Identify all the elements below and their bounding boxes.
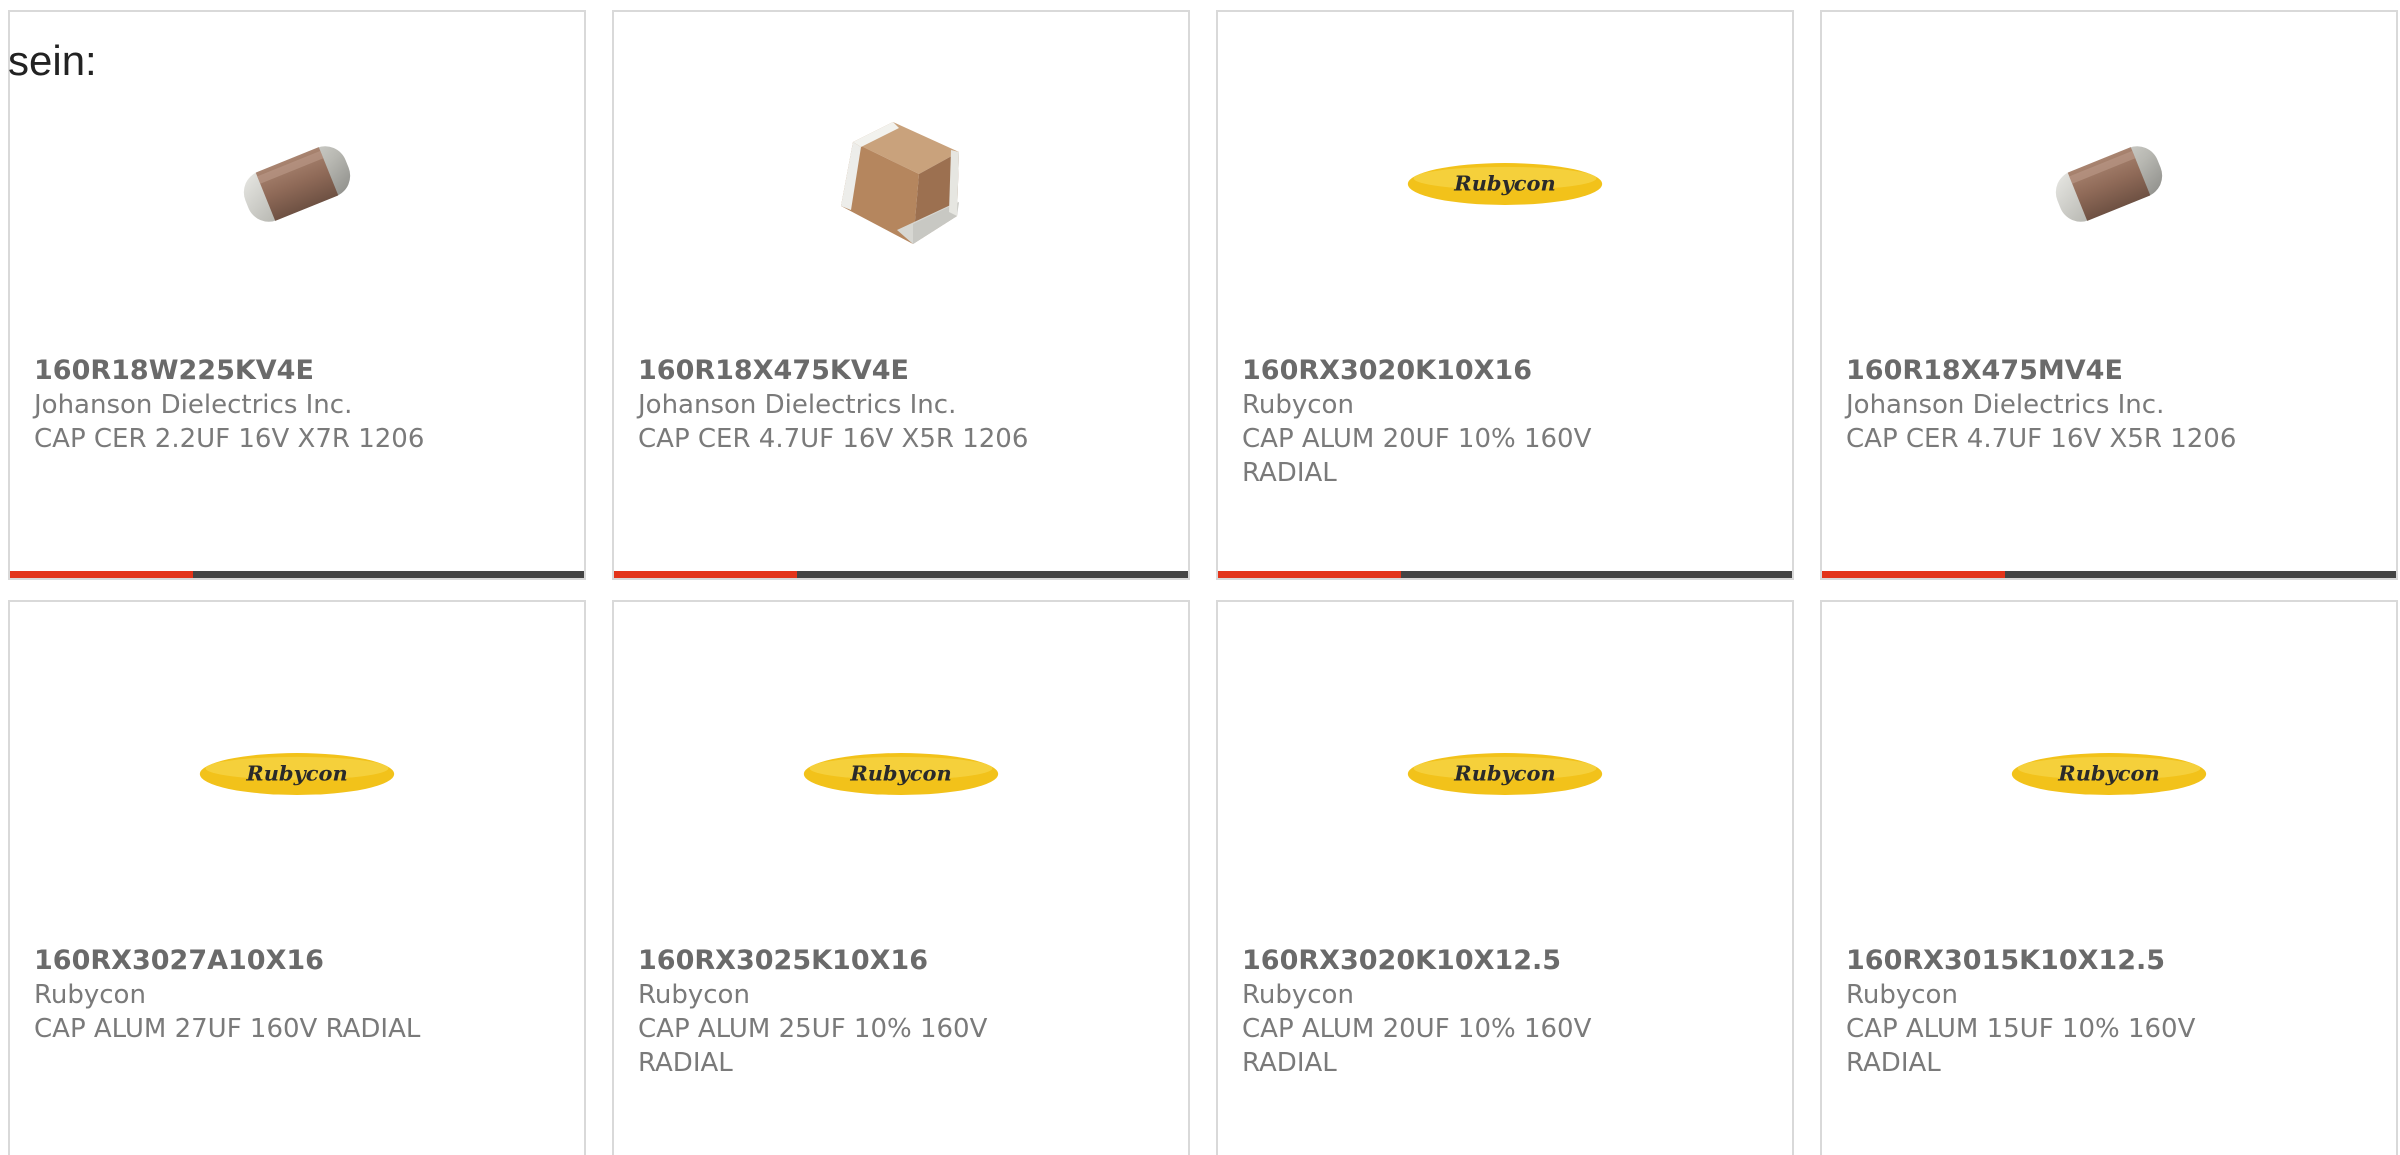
part-number[interactable]: 160R18X475KV4E <box>638 354 1078 388</box>
part-number[interactable]: 160RX3025K10X16 <box>638 944 1078 978</box>
product-details: 160R18X475KV4E Johanson Dielectrics Inc. C… <box>638 354 1078 456</box>
rubycon-logo-text: Rubycon <box>849 761 951 786</box>
product-details: 160RX3020K10X12.5 Rubycon CAP ALUM 20UF 10… <box>1242 944 1682 1080</box>
product-description: CAP CER 4.7UF 16V X5R 1206 <box>638 424 1029 454</box>
product-details: 160R18X475MV4E Johanson Dielectrics Inc. C… <box>1846 354 2286 456</box>
product-card[interactable]: Rubycon 160RX3027A10X16 Rubycon CAP ALUM 2… <box>8 600 586 1155</box>
manufacturer-name: Rubycon <box>1242 390 1354 420</box>
product-grid: 160R18W225KV4E Johanson Dielectrics Inc. C… <box>8 10 2398 1155</box>
card-bottom-bar <box>10 571 584 578</box>
card-bar-accent <box>1218 571 1401 578</box>
product-description: CAP CER 2.2UF 16V X7R 1206 <box>34 424 425 454</box>
rubycon-logo-image[interactable]: Rubycon <box>197 674 397 874</box>
part-number[interactable]: 160RX3015K10X12.5 <box>1846 944 2286 978</box>
part-number[interactable]: 160R18W225KV4E <box>34 354 474 388</box>
manufacturer-name: Johanson Dielectrics Inc. <box>638 390 957 420</box>
product-description: CAP ALUM 27UF 160V RADIAL <box>34 1014 421 1044</box>
product-description: CAP ALUM 15UF 10% 160V RADIAL <box>1846 1014 2196 1078</box>
rubycon-logo-text: Rubycon <box>1453 761 1555 786</box>
manufacturer-name: Rubycon <box>34 980 146 1010</box>
part-number[interactable]: 160RX3020K10X12.5 <box>1242 944 1682 978</box>
manufacturer-name: Rubycon <box>1242 980 1354 1010</box>
product-details: 160RX3015K10X12.5 Rubycon CAP ALUM 15UF 10… <box>1846 944 2286 1080</box>
rubycon-logo-image[interactable]: Rubycon <box>801 674 1001 874</box>
product-card[interactable]: Rubycon 160RX3020K10X12.5 Rubycon CAP ALUM… <box>1216 600 1794 1155</box>
product-card[interactable]: 160R18W225KV4E Johanson Dielectrics Inc. C… <box>8 10 586 580</box>
product-description: CAP ALUM 25UF 10% 160V RADIAL <box>638 1014 988 1078</box>
rubycon-logo-image[interactable]: Rubycon <box>1405 674 1605 874</box>
manufacturer-name: Rubycon <box>638 980 750 1010</box>
product-description: CAP CER 4.7UF 16V X5R 1206 <box>1846 424 2237 454</box>
rubycon-logo-text: Rubycon <box>2057 761 2159 786</box>
product-card[interactable]: Rubycon 160RX3025K10X16 Rubycon CAP ALUM 2… <box>612 600 1190 1155</box>
card-bar-accent <box>614 571 797 578</box>
card-bottom-bar <box>1822 571 2396 578</box>
rubycon-logo-image[interactable]: Rubycon <box>1405 84 1605 284</box>
card-bottom-bar <box>614 571 1188 578</box>
rubycon-logo-text: Rubycon <box>245 761 347 786</box>
product-card[interactable]: 160R18X475MV4E Johanson Dielectrics Inc. C… <box>1820 10 2398 580</box>
intro-text: sein: <box>8 37 97 84</box>
manufacturer-name: Rubycon <box>1846 980 1958 1010</box>
card-bar-accent <box>1822 571 2005 578</box>
product-card[interactable]: 160R18X475KV4E Johanson Dielectrics Inc. C… <box>612 10 1190 580</box>
capacitor-image[interactable] <box>801 84 1001 284</box>
part-number[interactable]: 160RX3020K10X16 <box>1242 354 1682 388</box>
capacitor-image[interactable] <box>197 84 397 284</box>
rubycon-logo-image[interactable]: Rubycon <box>2009 674 2209 874</box>
product-description: CAP ALUM 20UF 10% 160V RADIAL <box>1242 1014 1592 1078</box>
product-details: 160RX3025K10X16 Rubycon CAP ALUM 25UF 10% … <box>638 944 1078 1080</box>
product-description: CAP ALUM 20UF 10% 160V RADIAL <box>1242 424 1592 488</box>
card-bottom-bar <box>1218 571 1792 578</box>
product-details: 160RX3020K10X16 Rubycon CAP ALUM 20UF 10% … <box>1242 354 1682 490</box>
product-details: 160R18W225KV4E Johanson Dielectrics Inc. C… <box>34 354 474 456</box>
product-card[interactable]: Rubycon 160RX3020K10X16 Rubycon CAP ALUM 2… <box>1216 10 1794 580</box>
card-bar-accent <box>10 571 193 578</box>
product-details: 160RX3027A10X16 Rubycon CAP ALUM 27UF 160V… <box>34 944 474 1046</box>
part-number[interactable]: 160R18X475MV4E <box>1846 354 2286 388</box>
manufacturer-name: Johanson Dielectrics Inc. <box>1846 390 2165 420</box>
capacitor-image[interactable] <box>2009 84 2209 284</box>
part-number[interactable]: 160RX3027A10X16 <box>34 944 474 978</box>
product-card[interactable]: Rubycon 160RX3015K10X12.5 Rubycon CAP ALUM… <box>1820 600 2398 1155</box>
product-grid-page: sein: 160R18W225KV4E Johanson Dielectrics… <box>0 0 2400 1155</box>
manufacturer-name: Johanson Dielectrics Inc. <box>34 390 353 420</box>
rubycon-logo-text: Rubycon <box>1453 171 1555 196</box>
